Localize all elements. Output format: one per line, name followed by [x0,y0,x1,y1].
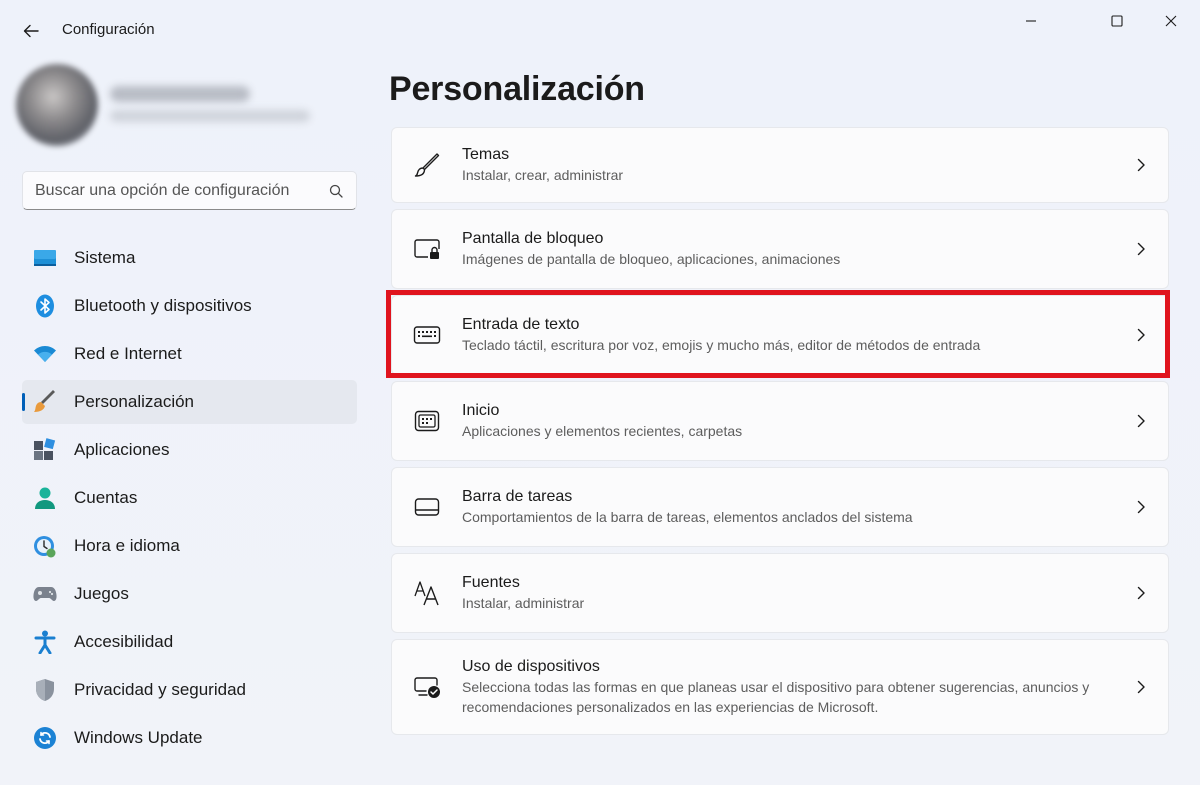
sidebar-item-windows-update[interactable]: Windows Update [22,716,357,760]
card-entrada-texto[interactable]: Entrada de texto Teclado táctil, escritu… [391,295,1169,375]
sidebar-nav: Sistema Bluetooth y dispositivos Red e I… [22,236,357,764]
card-subtitle: Selecciona todas las formas en que plane… [462,679,1090,715]
close-button[interactable] [1148,6,1194,36]
minimize-icon [1026,20,1036,22]
card-fuentes[interactable]: Fuentes Instalar, administrar [391,553,1169,633]
search-box[interactable] [22,171,357,210]
card-title: Temas [462,146,510,163]
avatar [16,64,98,146]
sidebar-item-label: Hora e idioma [74,536,180,555]
card-subtitle: Instalar, crear, administrar [462,167,624,183]
sidebar-item-privacidad[interactable]: Privacidad y seguridad [22,668,357,712]
sidebar-item-accesibilidad[interactable]: Accesibilidad [22,620,357,664]
sidebar-item-personalizacion[interactable]: Personalización [22,380,357,424]
wifi-icon [33,342,57,366]
bluetooth-icon [33,294,57,318]
card-subtitle: Instalar, administrar [462,595,585,611]
card-subtitle: Teclado táctil, escritura por voz, emoji… [462,337,981,353]
sidebar-item-label: Windows Update [74,728,203,747]
account-icon [33,486,57,510]
card-title: Uso de dispositivos [462,658,600,675]
card-inicio[interactable]: Inicio Aplicaciones y elementos reciente… [391,381,1169,461]
system-icon [33,246,57,270]
sidebar-item-bluetooth[interactable]: Bluetooth y dispositivos [22,284,357,328]
taskbar-icon [412,492,442,522]
card-title: Pantalla de bloqueo [462,230,604,247]
card-title: Barra de tareas [462,488,573,505]
start-icon [412,406,442,436]
chevron-right-icon [1134,242,1148,256]
window-title: Configuración [62,21,155,38]
chevron-right-icon [1134,414,1148,428]
sidebar-item-label: Cuentas [74,488,138,507]
pen-icon [412,150,442,180]
sidebar-item-hora[interactable]: Hora e idioma [22,524,357,568]
search-icon[interactable] [316,184,356,198]
clock-globe-icon [33,534,57,558]
apps-icon [33,438,57,462]
card-temas[interactable]: Temas Instalar, crear, administrar [391,127,1169,203]
card-title: Entrada de texto [462,316,580,333]
fonts-icon [412,578,442,608]
sidebar-item-red[interactable]: Red e Internet [22,332,357,376]
sidebar-item-label: Juegos [74,584,129,603]
gamepad-icon [33,582,57,606]
chevron-right-icon [1134,586,1148,600]
sidebar-item-label: Accesibilidad [74,632,174,651]
sidebar-item-juegos[interactable]: Juegos [22,572,357,616]
brush-icon [33,390,57,414]
card-barra-tareas[interactable]: Barra de tareas Comportamientos de la ba… [391,467,1169,547]
shield-icon [33,678,57,702]
card-uso-dispositivos[interactable]: Uso de dispositivos Selecciona todas las… [391,639,1169,735]
device-usage-icon [412,672,442,702]
sidebar-item-sistema[interactable]: Sistema [22,236,357,280]
card-subtitle: Aplicaciones y elementos recientes, carp… [462,423,743,439]
keyboard-icon [412,320,442,350]
sidebar-item-aplicaciones[interactable]: Aplicaciones [22,428,357,472]
update-icon [33,726,57,750]
sidebar-item-label: Bluetooth y dispositivos [74,296,252,315]
settings-window: Configuración Sistema [0,0,1200,785]
sidebar-item-label: Personalización [74,392,195,411]
profile-name-blurred [110,86,250,102]
page-title: Personalización [389,70,645,108]
sidebar-item-cuentas[interactable]: Cuentas [22,476,357,520]
settings-card-list: Temas Instalar, crear, administrar Panta… [391,125,1169,741]
profile-email-blurred [110,110,310,122]
back-arrow-icon [23,24,39,38]
sidebar-item-label: Sistema [74,248,136,267]
card-title: Fuentes [462,574,520,591]
accessibility-icon [33,630,57,654]
card-title: Inicio [462,402,500,419]
sidebar-item-label: Privacidad y seguridad [74,680,246,699]
sidebar-item-label: Aplicaciones [74,440,170,459]
minimize-button[interactable] [1008,6,1054,36]
card-pantalla-bloqueo[interactable]: Pantalla de bloqueo Imágenes de pantalla… [391,209,1169,289]
title-bar: Configuración [0,0,1200,60]
chevron-right-icon [1134,158,1148,172]
maximize-button[interactable] [1094,6,1140,36]
sidebar-item-label: Red e Internet [74,344,182,363]
chevron-right-icon [1134,680,1148,694]
lock-screen-icon [412,234,442,264]
maximize-icon [1111,15,1123,27]
chevron-right-icon [1134,500,1148,514]
card-subtitle: Comportamientos de la barra de tareas, e… [462,509,913,525]
close-icon [1165,15,1177,27]
chevron-right-icon [1134,328,1148,342]
search-input[interactable] [23,172,316,209]
card-subtitle: Imágenes de pantalla de bloqueo, aplicac… [462,251,841,267]
back-button[interactable] [14,18,48,44]
user-profile[interactable] [14,62,354,150]
